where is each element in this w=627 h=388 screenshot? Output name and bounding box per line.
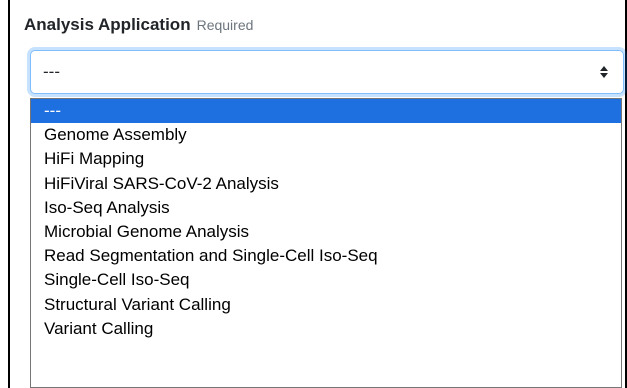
dropdown-option[interactable]: Iso-Seq Analysis xyxy=(31,196,621,220)
analysis-application-label: Analysis Application xyxy=(24,15,191,34)
dropdown-option[interactable]: Single-Cell Iso-Seq xyxy=(31,268,621,292)
dropdown-option[interactable]: Structural Variant Calling xyxy=(31,293,621,317)
dropdown-option[interactable]: Variant Calling xyxy=(31,317,621,341)
dropdown-list: --- Genome Assembly HiFi Mapping HiFiVir… xyxy=(30,98,622,388)
required-indicator: Required xyxy=(196,17,254,33)
field-label: Analysis Application Required xyxy=(24,15,253,35)
dropdown-option[interactable]: --- xyxy=(31,99,621,124)
dropdown-option[interactable]: Microbial Genome Analysis xyxy=(31,220,621,244)
dropdown-option[interactable]: Read Segmentation and Single-Cell Iso-Se… xyxy=(31,244,621,268)
dropdown-option[interactable]: HiFi Mapping xyxy=(31,147,621,171)
dropdown-option[interactable]: HiFiViral SARS-CoV-2 Analysis xyxy=(31,172,621,196)
select-value: --- xyxy=(43,62,60,81)
sort-arrows-icon xyxy=(599,66,609,78)
analysis-application-select[interactable]: --- xyxy=(30,50,624,94)
dropdown-option[interactable]: Genome Assembly xyxy=(31,123,621,147)
